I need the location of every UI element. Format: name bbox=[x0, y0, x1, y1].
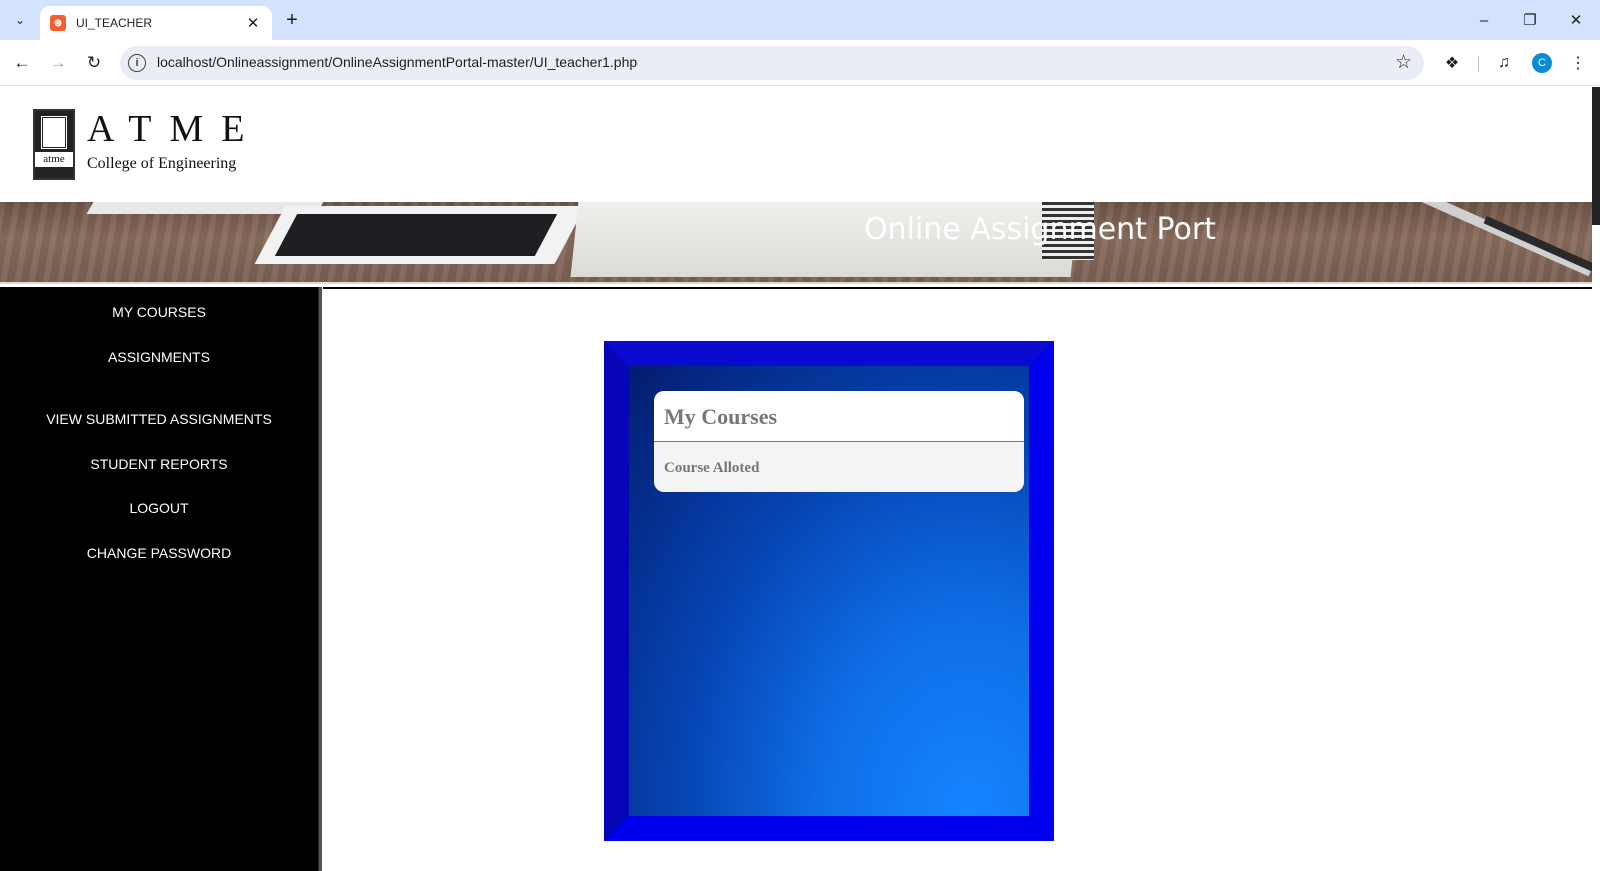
site-info-icon[interactable]: i bbox=[128, 54, 146, 72]
url-text[interactable]: localhost/Onlineassignment/OnlineAssignm… bbox=[157, 54, 637, 70]
banner-title: Online Assignment Portal bbox=[864, 212, 1218, 247]
college-name: ATME bbox=[87, 108, 263, 150]
laptop-illustration bbox=[254, 206, 586, 264]
profile-avatar[interactable]: C bbox=[1532, 53, 1552, 73]
sidebar-item-change-password[interactable]: CHANGE PASSWORD bbox=[0, 545, 318, 561]
tab-title: UI_TEACHER bbox=[76, 16, 153, 30]
sidebar-item-student-reports[interactable]: STUDENT REPORTS bbox=[0, 456, 318, 472]
browser-toolbar: ← → ↻ i localhost/Onlineassignment/Onlin… bbox=[0, 40, 1600, 86]
sidebar-item-my-courses[interactable]: MY COURSES bbox=[0, 304, 318, 320]
new-tab-plus-icon[interactable]: + bbox=[280, 8, 304, 32]
web-page: atme ATME College of Engineering Online … bbox=[0, 87, 1600, 871]
my-courses-card: My Courses Course Alloted bbox=[654, 391, 1024, 492]
browser-tab-bar: ⌄ ⊛ UI_TEACHER ✕ + – ❐ ✕ bbox=[0, 0, 1600, 40]
course-alloted-label: Course Alloted bbox=[664, 460, 760, 476]
bookmark-star-icon[interactable]: ☆ bbox=[1395, 51, 1412, 74]
sidebar-divider bbox=[318, 287, 322, 871]
sidebar-item-assignments[interactable]: ASSIGNMENTS bbox=[0, 349, 318, 365]
sidebar-nav: MY COURSES ASSIGNMENTS VIEW SUBMITTED AS… bbox=[0, 287, 318, 871]
sidebar-item-logout[interactable]: LOGOUT bbox=[0, 500, 318, 516]
toolbar-divider bbox=[1478, 56, 1479, 72]
browser-tab[interactable]: ⊛ UI_TEACHER ✕ bbox=[40, 6, 272, 40]
header-banner: Online Assignment Portal bbox=[0, 202, 1592, 282]
college-subtitle: College of Engineering bbox=[87, 155, 237, 172]
college-emblem-icon: atme bbox=[33, 109, 75, 180]
forward-arrow-icon[interactable]: → bbox=[44, 49, 72, 77]
back-arrow-icon[interactable]: ← bbox=[8, 49, 36, 77]
tab-close-icon[interactable]: ✕ bbox=[244, 14, 262, 32]
minimize-icon[interactable]: – bbox=[1464, 4, 1504, 36]
window-close-icon[interactable]: ✕ bbox=[1556, 4, 1596, 36]
extensions-puzzle-icon[interactable]: ❖ bbox=[1438, 49, 1466, 77]
banner-divider bbox=[0, 282, 1592, 284]
page-scrollbar[interactable] bbox=[1592, 87, 1600, 225]
sidebar-item-view-submitted-assignments[interactable]: VIEW SUBMITTED ASSIGNMENTS bbox=[0, 411, 318, 427]
tab-search-chevron-icon[interactable]: ⌄ bbox=[8, 8, 32, 32]
media-controls-icon[interactable]: ♫ bbox=[1490, 49, 1518, 77]
logo-word: atme bbox=[35, 152, 73, 167]
restore-icon[interactable]: ❐ bbox=[1510, 4, 1550, 36]
kebab-menu-icon[interactable]: ⋮ bbox=[1564, 49, 1592, 77]
site-header: atme ATME College of Engineering bbox=[0, 87, 1592, 202]
xampp-favicon-icon: ⊛ bbox=[50, 15, 66, 31]
courses-frame: My Courses Course Alloted bbox=[604, 341, 1054, 841]
card-title: My Courses bbox=[654, 391, 1024, 442]
reload-icon[interactable]: ↻ bbox=[80, 49, 108, 77]
address-bar[interactable]: i localhost/Onlineassignment/OnlineAssig… bbox=[120, 46, 1424, 80]
